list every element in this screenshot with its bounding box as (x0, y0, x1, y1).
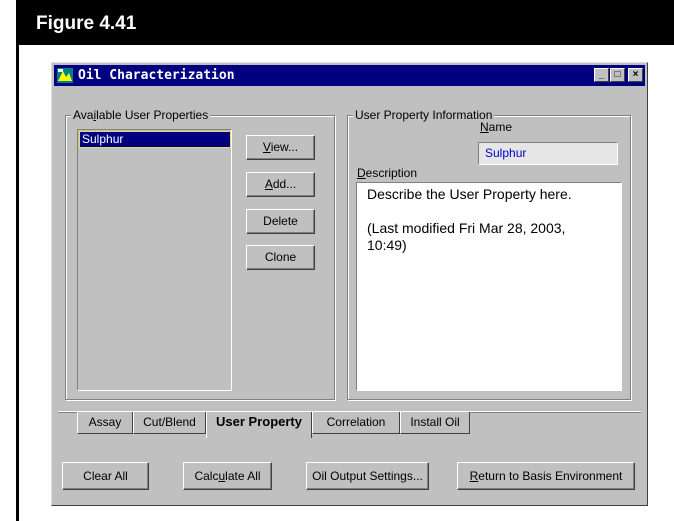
return-to-basis-button[interactable]: Return to Basis Environment (457, 462, 635, 490)
delete-button[interactable]: Delete (246, 209, 315, 234)
tab-install-oil[interactable]: Install Oil (400, 412, 470, 434)
name-field[interactable]: Sulphur (478, 142, 618, 165)
available-properties-label: Available User Properties (71, 108, 211, 122)
name-label: Name (480, 120, 513, 134)
list-item[interactable]: Sulphur (79, 131, 231, 148)
maximize-button[interactable]: □ (610, 68, 625, 82)
close-icon: × (632, 69, 639, 80)
description-label: Description (357, 166, 418, 180)
tab-correlation[interactable]: Correlation (312, 412, 400, 434)
figure-title: Figure 4.41 (36, 13, 137, 34)
tab-user-property[interactable]: User Property (206, 412, 312, 438)
figure-header-bar: Figure 4.41 (16, 0, 674, 45)
tab-assay[interactable]: Assay (77, 412, 133, 434)
description-textarea[interactable]: Describe the User Property here. (Last m… (356, 182, 622, 391)
description-line: Describe the User Property here. (367, 186, 572, 202)
maximize-icon: □ (614, 69, 621, 80)
figure-left-rule (16, 45, 19, 521)
clear-all-button[interactable]: Clear All (62, 462, 149, 490)
property-info-group: User Property Information Name Sulphur D… (347, 108, 631, 400)
minimize-button[interactable]: _ (594, 68, 609, 82)
app-icon (57, 68, 73, 83)
tab-cut-blend[interactable]: Cut/Blend (133, 412, 206, 434)
add-button[interactable]: Add... (246, 172, 315, 197)
description-line: (Last modified Fri Mar 28, 2003, (367, 220, 566, 236)
close-button[interactable]: × (628, 68, 643, 82)
oil-output-settings-button[interactable]: Oil Output Settings... (306, 462, 429, 490)
window-title: Oil Characterization (78, 68, 235, 83)
property-info-label: User Property Information (353, 108, 495, 122)
minimize-icon: _ (598, 69, 605, 80)
calculate-all-button[interactable]: Calculate All (183, 462, 272, 490)
view-button[interactable]: View... (246, 135, 315, 160)
title-bar[interactable]: Oil Characterization _ □ × (54, 65, 645, 86)
clone-button[interactable]: Clone (246, 245, 315, 270)
available-properties-group: Available User Properties Sulphur View..… (65, 108, 335, 400)
description-line: 10:49) (367, 237, 407, 253)
oil-characterization-window: Oil Characterization _ □ × Available Use… (51, 62, 648, 506)
available-properties-list[interactable]: Sulphur (77, 129, 232, 391)
